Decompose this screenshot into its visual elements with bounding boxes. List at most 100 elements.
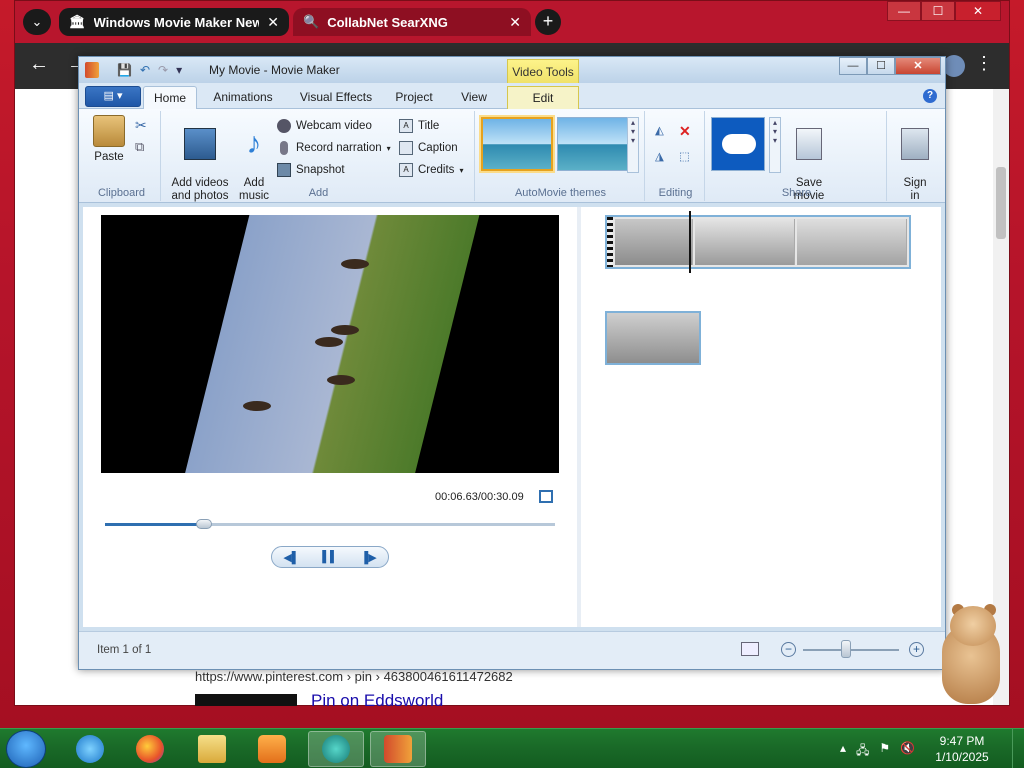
themes-gallery-scroll[interactable]: ▴ ▾ ▾	[627, 117, 639, 173]
undo-icon[interactable]: ↶	[140, 63, 150, 77]
filmstrip-edge	[607, 217, 613, 267]
tab-animations[interactable]: Animations	[203, 86, 283, 109]
pause-icon[interactable]: ▌▌	[322, 551, 338, 563]
customize-toolbar-icon[interactable]: ▾	[176, 63, 182, 77]
tab-title: CollabNet SearXNG	[327, 14, 448, 30]
tab-close-icon[interactable]: ✕	[509, 14, 521, 31]
more-menu-icon[interactable]: ⋮	[975, 53, 993, 74]
maximize-button[interactable]: ☐	[867, 57, 895, 75]
show-desktop-button[interactable]	[1012, 729, 1024, 768]
redo-icon[interactable]: ↷	[158, 63, 168, 77]
rotate-left-button[interactable]: ◭	[655, 123, 664, 137]
storyboard-clip-track[interactable]	[605, 215, 911, 269]
cut-button[interactable]: ✂	[135, 117, 147, 134]
zoom-slider-thumb[interactable]	[841, 640, 852, 658]
playback-controls: ◀▌ ▌▌ ▐▶	[271, 546, 389, 568]
fullscreen-icon[interactable]	[539, 490, 553, 503]
start-button[interactable]	[6, 730, 46, 768]
close-button[interactable]: ✕	[955, 1, 1001, 21]
taskbar-browser[interactable]	[308, 731, 364, 767]
file-menu-button[interactable]: ▤ ▾	[85, 86, 141, 107]
profile-icon[interactable]	[943, 55, 965, 77]
user-icon	[901, 128, 929, 160]
credits-button[interactable]: A Credits ▾	[399, 163, 463, 177]
video-preview[interactable]	[101, 215, 559, 473]
record-narration-button[interactable]: Record narration ▾	[277, 141, 391, 155]
movie-maker-app-icon[interactable]	[85, 62, 99, 78]
seek-thumb[interactable]	[196, 519, 212, 529]
scrollbar-thumb[interactable]	[996, 167, 1006, 239]
credits-label: Credits	[418, 164, 455, 176]
show-hidden-icons[interactable]: ▴	[840, 741, 846, 762]
result-link[interactable]: Pin on Eddsworld	[311, 691, 443, 711]
taskbar-file-explorer[interactable]	[184, 731, 240, 767]
browser-window-controls: — ☐ ✕	[887, 1, 1001, 21]
browser-tab-searxng[interactable]: 🔍 CollabNet SearXNG ✕	[293, 8, 531, 36]
system-clock[interactable]: 9:47 PM 1/10/2025	[934, 733, 990, 765]
next-frame-icon[interactable]: ▐▶	[360, 551, 376, 564]
onedrive-share-button[interactable]	[711, 117, 765, 171]
share-gallery-scroll[interactable]: ▴ ▾ ▾	[769, 117, 781, 173]
back-arrow-icon[interactable]: ←	[29, 53, 49, 76]
add-group: Add videos and photos ♪ Add music Webcam…	[163, 111, 475, 202]
tab-home[interactable]: Home	[143, 86, 197, 109]
tab-view[interactable]: View	[449, 86, 499, 109]
clock-date: 1/10/2025	[935, 750, 989, 764]
close-button[interactable]: ✕	[895, 57, 941, 75]
taskbar-firefox[interactable]	[122, 731, 178, 767]
snapshot-button[interactable]: Snapshot	[277, 163, 345, 177]
thumbnail-size-icon[interactable]	[741, 642, 759, 656]
storyboard-clip-2[interactable]	[605, 311, 701, 365]
action-center-flag-icon[interactable]: ⚑	[879, 741, 890, 762]
copy-button[interactable]: ⧉	[135, 139, 144, 155]
tab-close-icon[interactable]: ✕	[267, 14, 279, 31]
caption-button[interactable]: Caption	[399, 141, 458, 155]
paste-button[interactable]: Paste	[89, 115, 129, 164]
result-thumbnail[interactable]	[195, 694, 297, 706]
playhead[interactable]	[689, 211, 691, 273]
clock-time: 9:47 PM	[939, 734, 985, 748]
volume-muted-icon[interactable]: 🔇	[900, 741, 915, 762]
zoom-out-icon[interactable]: −	[781, 642, 796, 657]
media-player-icon	[258, 735, 286, 763]
remove-button[interactable]: ✕	[679, 123, 691, 140]
network-icon[interactable]: 🖧	[856, 741, 869, 762]
share-group-label: Share	[781, 187, 812, 199]
video-content	[243, 401, 271, 411]
minimize-button[interactable]: —	[839, 57, 867, 75]
theme-contemporary[interactable]	[557, 117, 629, 171]
sign-in-button[interactable]: Sign in	[893, 115, 937, 203]
taskbar-media-player[interactable]	[244, 731, 300, 767]
taskbar-internet-explorer[interactable]	[62, 731, 118, 767]
webcam-video-button[interactable]: Webcam video	[277, 119, 372, 133]
browser-tab-bar: ⌄ 🏛 Windows Movie Maker New ar ✕ 🔍 Colla…	[15, 1, 1009, 43]
taskbar-movie-maker[interactable]	[370, 731, 426, 767]
result-url: https://www.pinterest.com › pin › 463800…	[195, 669, 513, 684]
theme-default[interactable]	[481, 117, 553, 171]
snapshot-icon	[277, 163, 291, 177]
movie-maker-icon	[384, 735, 412, 763]
internet-explorer-icon	[76, 735, 104, 763]
microphone-icon	[280, 141, 288, 155]
video-content	[327, 375, 355, 385]
zoom-in-icon[interactable]: +	[909, 642, 924, 657]
cloud-icon	[722, 134, 756, 154]
previous-frame-icon[interactable]: ◀▌	[283, 551, 299, 564]
tab-project[interactable]: Project	[387, 86, 441, 109]
maximize-button[interactable]: ☐	[921, 1, 955, 21]
new-tab-button[interactable]: +	[535, 9, 561, 35]
tab-edit[interactable]: Edit	[507, 86, 579, 109]
tab-visual-effects[interactable]: Visual Effects	[291, 86, 381, 109]
select-all-button[interactable]: ⬚	[679, 149, 690, 163]
tab-list-button[interactable]: ⌄	[23, 9, 51, 35]
save-movie-icon	[796, 128, 822, 160]
rotate-right-button[interactable]: ◮	[655, 149, 664, 163]
save-icon[interactable]: 💾	[117, 63, 132, 77]
help-icon[interactable]: ?	[923, 89, 937, 103]
webcam-label: Webcam video	[296, 120, 372, 132]
minimize-button[interactable]: —	[887, 1, 921, 21]
seek-bar[interactable]	[105, 523, 555, 526]
pane-splitter[interactable]	[577, 207, 581, 627]
browser-tab-movie-maker[interactable]: 🏛 Windows Movie Maker New ar ✕	[59, 8, 289, 36]
title-button[interactable]: A Title	[399, 119, 439, 133]
